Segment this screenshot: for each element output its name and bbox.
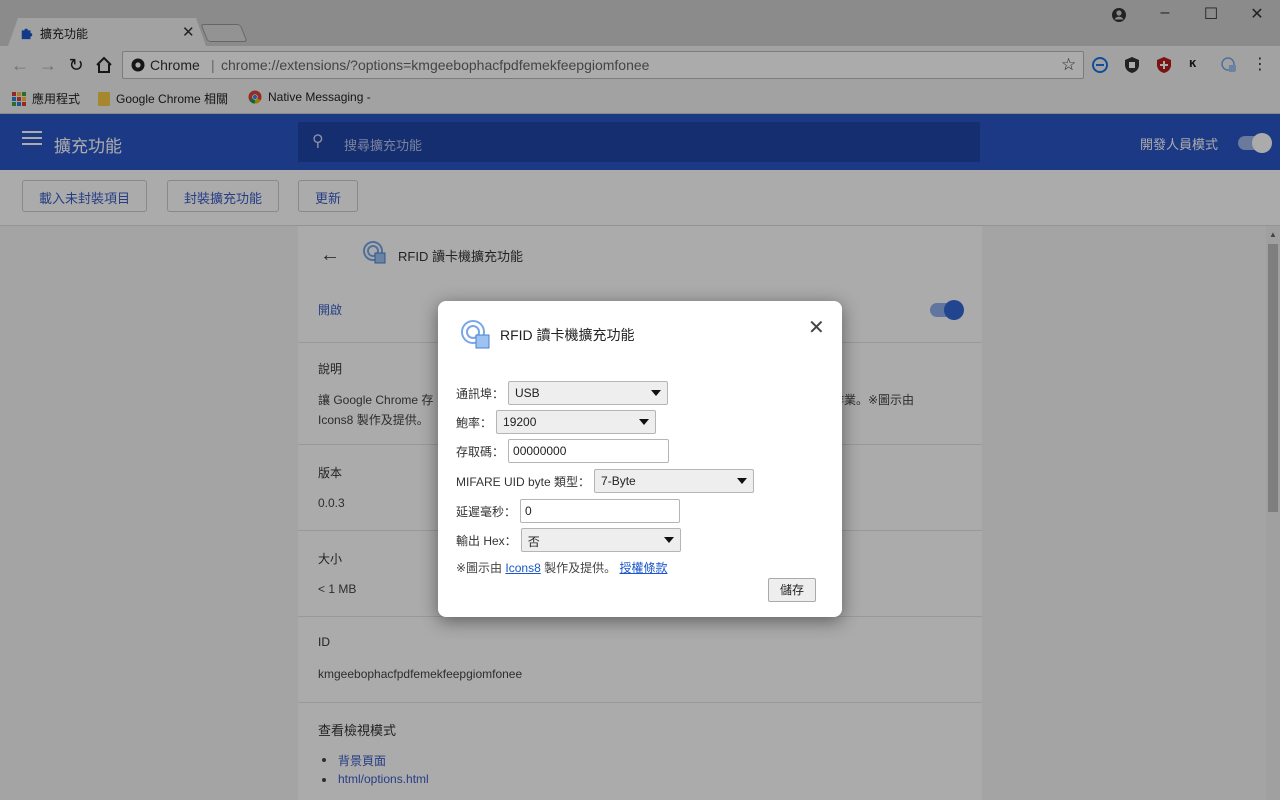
delay-label: 延遲毫秒： [456,504,517,519]
port-label: 通訊埠： [456,386,505,401]
dialog-title: RFID 讀卡機擴充功能 [500,327,635,343]
uid-label: MIFARE UID byte 類型： [456,474,591,489]
credits-note: ※圖示由 Icons8 製作及提供。 授權條款 [456,559,667,576]
port-select-value: USB [515,386,540,400]
uid-type-select[interactable]: 7-Byte [594,469,755,493]
access-label: 存取碼： [456,444,505,459]
options-dialog: RFID 讀卡機擴充功能 ✕ 通訊埠： USB 鮑率： 19200 存取碼： 0… [438,301,842,617]
icons8-link[interactable]: Icons8 [505,561,540,575]
uid-row: MIFARE UID byte 類型： 7-Byte [456,469,755,493]
rfid-icon [461,320,490,349]
chevron-down-icon [639,419,650,425]
port-row: 通訊埠： USB [456,381,669,405]
baud-select[interactable]: 19200 [496,410,657,434]
port-select[interactable]: USB [508,381,669,405]
hex-label: 輸出 Hex： [456,533,517,548]
close-icon[interactable]: ✕ [808,315,825,340]
baud-label: 鮑率： [456,415,493,430]
license-link[interactable]: 授權條款 [619,561,667,575]
hex-select-value: 否 [527,535,540,549]
chevron-down-icon [651,390,662,396]
chevron-down-icon [663,537,674,543]
save-button[interactable]: 儲存 [768,578,816,602]
uid-select-value: 7-Byte [601,474,636,488]
chevron-down-icon [737,478,748,484]
baud-select-value: 19200 [503,415,537,429]
hex-select[interactable]: 否 [520,528,681,552]
access-row: 存取碼： 00000000 [456,439,670,463]
note-mid: 製作及提供。 [544,561,617,575]
note-prefix: ※圖示由 [456,561,503,575]
hex-row: 輸出 Hex： 否 [456,528,681,552]
delay-row: 延遲毫秒： 0 [456,499,681,523]
access-code-input[interactable]: 00000000 [508,439,670,463]
baud-row: 鮑率： 19200 [456,410,657,434]
delay-input[interactable]: 0 [520,499,681,523]
